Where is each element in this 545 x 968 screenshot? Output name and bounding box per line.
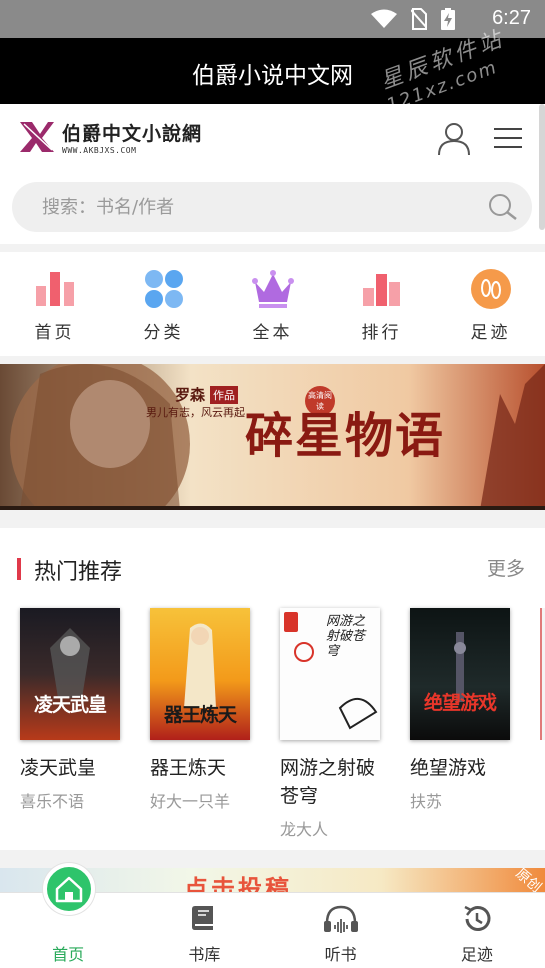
app-title-bar: 伯爵小说中文网 星辰软件站 121xz.com (0, 26, 545, 116)
book-card[interactable]: 绝望游戏 绝望游戏 扶苏 (410, 608, 520, 812)
search-icon[interactable] (488, 193, 518, 221)
nav-item-complete[interactable]: 全本 (218, 252, 327, 356)
tab-label: 听书 (324, 945, 357, 964)
nav-item-footprint[interactable]: 足迹 (436, 252, 545, 356)
logo-url: WWW.AKBJXS.COM (62, 146, 137, 155)
cover-title: 网游之射破苍穹 (326, 614, 366, 659)
book-card[interactable]: 器王炼天 器王炼天 好大一只羊 (150, 608, 260, 812)
book-card-peek[interactable] (540, 608, 545, 740)
cover-title: 器王炼天 (163, 704, 237, 726)
book-icon (192, 906, 214, 930)
user-icon[interactable] (436, 120, 472, 156)
tab-home[interactable]: 首页 (0, 863, 136, 968)
nav-item-home[interactable]: 首页 (0, 252, 109, 356)
tab-label: 足迹 (460, 945, 493, 964)
nav-label: 分类 (143, 323, 184, 343)
cover-art (50, 628, 90, 698)
nav-label: 首页 (34, 323, 75, 343)
nav-item-ranking[interactable]: 排行 (327, 252, 436, 356)
banner-tag: 作品 (210, 386, 238, 404)
hot-section: 热门推荐 更多 凌天武皇 凌天武皇 喜乐不语 器王炼天 器王炼天 好大一只羊 网… (0, 528, 545, 850)
home-button-circle (43, 863, 95, 915)
book-title: 网游之射破苍穹 (280, 757, 376, 807)
book-cover: 绝望游戏 (410, 608, 510, 740)
promo-banner[interactable]: 罗森 作品 高清阅读 男儿有志，风云再起 碎星物语 (0, 364, 545, 510)
footprint-icon (471, 269, 511, 309)
scrollbar[interactable] (539, 104, 545, 230)
site-logo[interactable]: 伯爵中文小說網 WWW.AKBJXS.COM (18, 118, 202, 156)
banner-book-title: 碎星物语 (245, 408, 446, 464)
search-bar (12, 182, 532, 232)
nav-label: 排行 (361, 323, 402, 343)
book-author: 扶苏 (410, 792, 443, 811)
section-accent-bar (17, 558, 21, 580)
ranking-icon (363, 274, 400, 306)
home-icon (55, 876, 83, 903)
book-author: 龙大人 (280, 820, 329, 839)
logo-mark-icon (20, 122, 54, 152)
cover-art (454, 632, 466, 702)
book-cover: 器王炼天 (150, 608, 250, 740)
quick-nav: 首页 分类 全本 排行 足迹 (0, 252, 545, 356)
battery-charging-icon (441, 8, 455, 30)
banner-author: 罗森 (175, 386, 206, 404)
status-icons (371, 8, 455, 30)
book-cover: 网游之射破苍穹 (280, 608, 380, 740)
book-title: 凌天武皇 (20, 757, 97, 779)
tab-history[interactable]: 足迹 (409, 893, 545, 968)
bottom-tab-bar: 首页 书库 听书 足迹 (0, 863, 545, 968)
tab-label: 首页 (52, 945, 85, 964)
grid-icon (145, 270, 183, 308)
nav-label: 足迹 (470, 323, 511, 343)
nav-label: 全本 (252, 323, 293, 343)
wifi-icon (371, 9, 397, 28)
tab-audiobook[interactable]: 听书 (273, 893, 409, 968)
history-icon (464, 905, 491, 931)
search-input[interactable] (42, 182, 462, 232)
book-card[interactable]: 网游之射破苍穹 网游之射破苍穹 龙大人 (280, 608, 390, 840)
book-card[interactable]: 凌天武皇 凌天武皇 喜乐不语 (20, 608, 130, 812)
more-link[interactable]: 更多 (487, 554, 525, 581)
cover-title: 凌天武皇 (33, 694, 107, 716)
tab-library[interactable]: 书库 (136, 893, 272, 968)
book-author: 喜乐不语 (20, 792, 85, 811)
book-title: 绝望游戏 (410, 757, 487, 779)
menu-icon[interactable] (494, 126, 522, 150)
book-author: 好大一只羊 (150, 792, 231, 811)
nav-item-category[interactable]: 分类 (109, 252, 218, 356)
logo-text: 伯爵中文小說網 (62, 123, 203, 145)
crown-icon (252, 270, 294, 308)
book-title: 器王炼天 (150, 757, 227, 779)
no-sim-icon (411, 8, 427, 30)
bar-chart-icon (36, 272, 74, 306)
tab-label: 书库 (188, 945, 221, 964)
headphones-icon (323, 905, 358, 933)
cover-title: 绝望游戏 (423, 692, 497, 714)
site-header: 伯爵中文小說網 WWW.AKBJXS.COM (0, 104, 545, 244)
section-heading: 热门推荐 (34, 560, 123, 585)
book-cover: 凌天武皇 (20, 608, 120, 740)
banner-slogan: 男儿有志，风云再起 (146, 406, 245, 419)
